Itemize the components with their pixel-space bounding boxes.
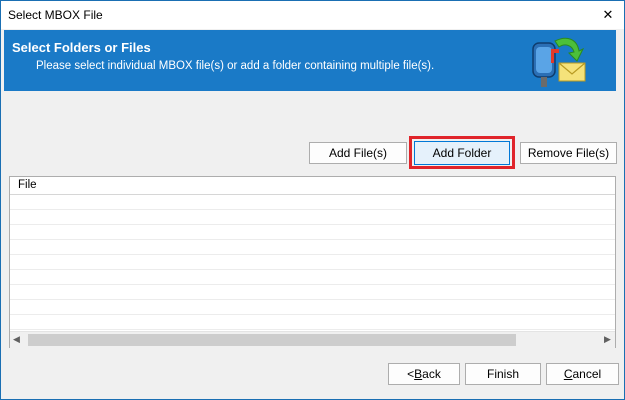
list-row [10,225,615,240]
scrollbar-thumb[interactable] [28,334,516,346]
column-header-label: File [18,179,37,191]
finish-button[interactable]: Finish [465,363,541,385]
header-subtitle: Please select individual MBOX file(s) or… [36,60,435,72]
list-row [10,315,615,330]
remove-files-label: Remove File(s) [527,146,610,160]
horizontal-scrollbar[interactable]: ◀ ▶ [10,331,615,348]
header-banner: Select Folders or Files Please select in… [4,30,616,91]
close-icon: ✕ [602,7,614,22]
mailbox-with-arrow-icon [525,33,589,89]
add-files-label: Add File(s) [328,146,387,160]
back-button[interactable]: <Back [388,363,460,385]
back-label: <Back [407,367,441,381]
close-button[interactable]: ✕ [597,5,619,25]
title-bar: Select MBOX File ✕ [1,1,624,29]
list-row [10,210,615,225]
add-files-button[interactable]: Add File(s) [309,142,407,164]
list-row [10,270,615,285]
cancel-button[interactable]: Cancel [546,363,619,385]
column-header-file[interactable]: File [10,177,615,195]
add-folder-highlight-box [409,136,515,169]
header-title: Select Folders or Files [12,40,151,55]
list-row [10,195,615,210]
remove-files-button[interactable]: Remove File(s) [520,142,617,164]
list-row [10,240,615,255]
list-row [10,300,615,315]
scroll-left-icon[interactable]: ◀ [13,334,20,345]
cancel-label: Cancel [563,367,602,381]
finish-label: Finish [486,367,519,381]
file-list[interactable]: File ◀ ▶ [9,176,616,348]
select-mbox-dialog: Select MBOX File ✕ Select Folders or Fil… [0,0,625,400]
scroll-right-icon[interactable]: ▶ [604,334,611,345]
list-row [10,285,615,300]
list-row [10,255,615,270]
window-title: Select MBOX File [8,8,103,22]
file-list-rows [10,195,615,331]
